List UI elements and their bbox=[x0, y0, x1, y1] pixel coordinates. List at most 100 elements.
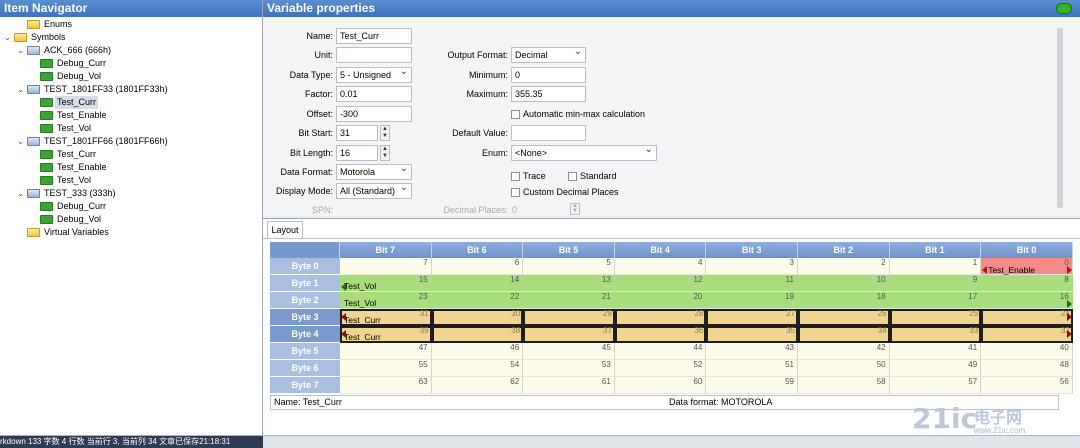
close-icon[interactable] bbox=[1056, 3, 1072, 14]
bit-cell[interactable]: 5 bbox=[523, 258, 615, 275]
bit-cell[interactable]: 46 bbox=[431, 343, 524, 360]
tree-node[interactable]: Virtual Variables bbox=[0, 226, 262, 239]
bit-cell[interactable]: 2 bbox=[798, 258, 890, 275]
offset-field[interactable]: -300 bbox=[336, 106, 412, 122]
bit-cell[interactable]: 43 bbox=[706, 343, 798, 360]
chevron-down-icon[interactable]: ⌄ bbox=[16, 135, 25, 148]
minimum-field[interactable]: 0 bbox=[511, 67, 586, 83]
chevron-down-icon[interactable]: ⌄ bbox=[3, 31, 12, 44]
bit-cell[interactable]: 36 bbox=[614, 326, 707, 343]
bit-cell[interactable]: 37 bbox=[523, 326, 615, 343]
bit-cell[interactable]: 51 bbox=[706, 360, 798, 377]
bit-cell[interactable]: 7 bbox=[340, 258, 432, 275]
bit-cell[interactable]: 9 bbox=[889, 275, 982, 292]
bit-cell[interactable]: 18 bbox=[798, 292, 890, 309]
tree-node[interactable]: Debug_Vol bbox=[0, 213, 262, 226]
maximum-field[interactable]: 355.35 bbox=[511, 86, 586, 102]
tree-node[interactable]: Test_Vol bbox=[0, 122, 262, 135]
bit-cell[interactable]: 29 bbox=[523, 309, 615, 326]
default-value-field[interactable] bbox=[511, 125, 586, 141]
properties-scrollbar[interactable] bbox=[1057, 28, 1063, 208]
bit-cell[interactable]: 27 bbox=[706, 309, 798, 326]
bit-cell[interactable]: 56 bbox=[981, 377, 1073, 394]
output-format-dropdown[interactable]: Decimal bbox=[511, 47, 586, 63]
tree-node[interactable]: ⌄ TEST_1801FF66 (1801FF66h) bbox=[0, 135, 262, 148]
trace-checkbox[interactable] bbox=[511, 172, 520, 181]
tree-node[interactable]: ⌄ Symbols bbox=[0, 31, 262, 44]
bit-cell[interactable]: 28 bbox=[614, 309, 707, 326]
bit-cell[interactable]: 16 bbox=[981, 292, 1073, 309]
factor-field[interactable]: 0.01 bbox=[336, 86, 412, 102]
bit-cell[interactable]: 25 bbox=[889, 309, 982, 326]
bit-cell[interactable]: 32 bbox=[981, 326, 1073, 343]
bit-cell[interactable]: 50 bbox=[798, 360, 890, 377]
bit-cell[interactable]: 47 bbox=[340, 343, 432, 360]
tree-node[interactable]: Test_Curr bbox=[0, 96, 262, 109]
bit-cell[interactable]: 54 bbox=[431, 360, 524, 377]
bit-cell[interactable]: 57 bbox=[889, 377, 982, 394]
bit-cell[interactable]: 45 bbox=[523, 343, 615, 360]
bit-cell[interactable]: 13 bbox=[523, 275, 615, 292]
bit-cell[interactable]: 6 bbox=[431, 258, 524, 275]
bit-cell[interactable]: 35 bbox=[706, 326, 798, 343]
bit-cell[interactable]: 17 bbox=[889, 292, 982, 309]
bit-cell[interactable]: 3 bbox=[706, 258, 798, 275]
display-mode-dropdown[interactable]: All (Standard) bbox=[336, 183, 412, 199]
bit-cell[interactable]: 8 bbox=[981, 275, 1073, 292]
bit-cell[interactable]: 12 bbox=[614, 275, 707, 292]
bit-cell[interactable]: 41 bbox=[889, 343, 982, 360]
bit-cell[interactable]: 30 bbox=[431, 309, 524, 326]
bit-cell[interactable]: 19 bbox=[706, 292, 798, 309]
bit-cell[interactable]: 59 bbox=[706, 377, 798, 394]
bit-cell[interactable]: 21 bbox=[523, 292, 615, 309]
bit-cell[interactable]: 10 bbox=[798, 275, 890, 292]
bit-cell[interactable]: 14 bbox=[431, 275, 524, 292]
bit-cell[interactable]: 22 bbox=[431, 292, 524, 309]
data-format-dropdown[interactable]: Motorola bbox=[336, 164, 412, 180]
standard-checkbox[interactable] bbox=[568, 172, 577, 181]
name-field[interactable]: Test_Curr bbox=[336, 28, 412, 44]
bit-cell[interactable]: 52 bbox=[614, 360, 707, 377]
tree-node[interactable]: ⌄ TEST_1801FF33 (1801FF33h) bbox=[0, 83, 262, 96]
custom-decimal-checkbox[interactable] bbox=[511, 188, 520, 197]
bit-cell[interactable]: 20 bbox=[614, 292, 707, 309]
bit-cell[interactable]: 44 bbox=[614, 343, 707, 360]
bit-length-field[interactable]: 16 bbox=[336, 145, 378, 161]
tree-node[interactable]: Test_Curr bbox=[0, 148, 262, 161]
bit-cell[interactable]: 58 bbox=[798, 377, 890, 394]
tab-layout[interactable]: Layout bbox=[267, 221, 303, 239]
bit-cell[interactable]: 42 bbox=[798, 343, 890, 360]
bit-cell[interactable]: 26 bbox=[798, 309, 890, 326]
tree-node[interactable]: Test_Enable bbox=[0, 161, 262, 174]
tree-node[interactable]: Debug_Curr bbox=[0, 57, 262, 70]
chevron-down-icon[interactable]: ⌄ bbox=[16, 44, 25, 57]
tree-node[interactable]: Test_Vol bbox=[0, 174, 262, 187]
bit-cell[interactable]: 33 bbox=[889, 326, 982, 343]
bit-cell[interactable]: 55 bbox=[340, 360, 432, 377]
bit-cell[interactable]: 24 bbox=[981, 309, 1073, 326]
tree-node[interactable]: Test_Enable bbox=[0, 109, 262, 122]
bit-cell[interactable]: 38 bbox=[431, 326, 524, 343]
bit-cell[interactable]: 60 bbox=[614, 377, 707, 394]
bit-cell[interactable]: 53 bbox=[523, 360, 615, 377]
bit-cell[interactable]: 4 bbox=[614, 258, 707, 275]
bit-cell[interactable]: 11 bbox=[706, 275, 798, 292]
data-type-dropdown[interactable]: 5 - Unsigned bbox=[336, 67, 412, 83]
auto-minmax-checkbox[interactable] bbox=[511, 110, 520, 119]
tree-node[interactable]: Enums bbox=[0, 18, 262, 31]
bit-cell[interactable]: 48 bbox=[981, 360, 1073, 377]
bit-cell[interactable]: 49 bbox=[889, 360, 982, 377]
tree-node[interactable]: ⌄ ACK_666 (666h) bbox=[0, 44, 262, 57]
chevron-down-icon[interactable]: ⌄ bbox=[16, 83, 25, 96]
bit-start-field[interactable]: 31 bbox=[336, 125, 378, 141]
bit-cell[interactable]: 63 bbox=[340, 377, 432, 394]
tree-node[interactable]: Debug_Vol bbox=[0, 70, 262, 83]
bit-start-stepper[interactable]: ▲ ▼ bbox=[380, 125, 390, 141]
bit-cell[interactable]: 34 bbox=[798, 326, 890, 343]
chevron-down-icon[interactable]: ⌄ bbox=[16, 187, 25, 200]
bit-cell[interactable]: 61 bbox=[523, 377, 615, 394]
bit-cell[interactable]: 1 bbox=[889, 258, 982, 275]
tree-node[interactable]: ⌄ TEST_333 (333h) bbox=[0, 187, 262, 200]
bit-length-stepper[interactable]: ▲ ▼ bbox=[380, 145, 390, 161]
enum-dropdown[interactable]: <None> bbox=[511, 145, 657, 161]
